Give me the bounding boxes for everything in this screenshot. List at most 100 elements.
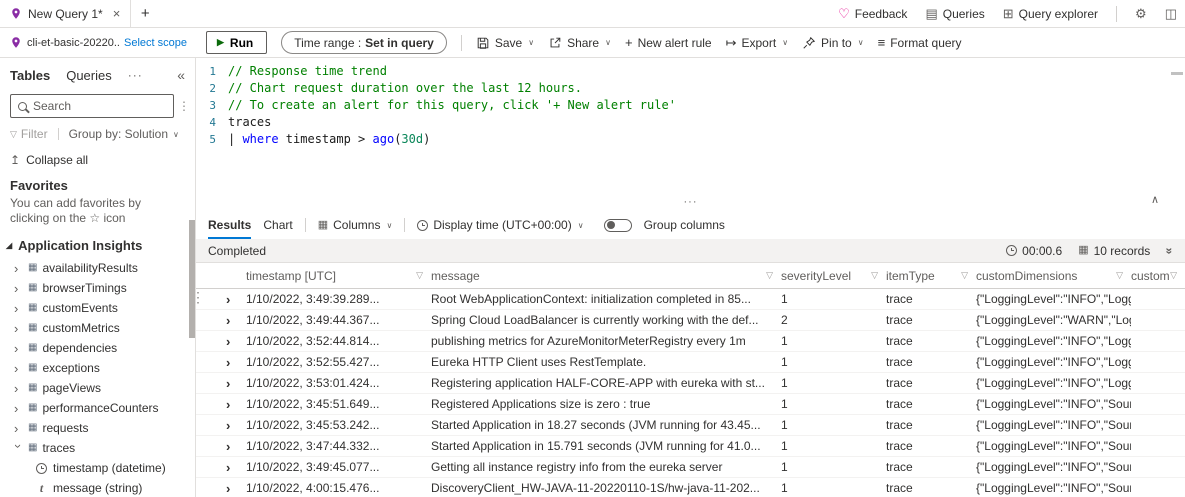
- query-tab[interactable]: New Query 1* ×: [0, 0, 132, 27]
- new-tab-button[interactable]: +: [131, 0, 159, 27]
- expand-row-icon[interactable]: ›: [226, 313, 230, 328]
- sidebar-table-traces[interactable]: › ▦ traces: [0, 438, 195, 458]
- format-query-button[interactable]: ≡ Format query: [878, 36, 962, 50]
- table-row[interactable]: › 1/10/2022, 3:49:44.367... Spring Cloud L…: [196, 310, 1185, 331]
- run-button[interactable]: ▶ Run: [206, 31, 268, 54]
- filter-icon[interactable]: ▽: [1116, 270, 1123, 281]
- layout-button[interactable]: ◫: [1165, 7, 1177, 20]
- pin-to-button[interactable]: Pin to ∨: [802, 36, 864, 50]
- chevron-right-icon[interactable]: ›: [14, 322, 23, 335]
- tab-queries[interactable]: Queries: [66, 68, 112, 83]
- tab-chart[interactable]: Chart: [263, 211, 292, 239]
- search-box[interactable]: [10, 94, 174, 118]
- chevron-right-icon[interactable]: ›: [14, 382, 23, 395]
- table-row[interactable]: › 1/10/2022, 3:49:45.077... Getting all in…: [196, 457, 1185, 478]
- save-button[interactable]: Save ∨: [476, 36, 534, 50]
- expand-row-icon[interactable]: ›: [226, 355, 230, 370]
- filter-icon[interactable]: ▽: [871, 270, 878, 281]
- tab-tables[interactable]: Tables: [10, 68, 50, 83]
- expand-row-icon[interactable]: ›: [226, 376, 230, 391]
- filter-icon[interactable]: ▽: [766, 270, 773, 281]
- search-input[interactable]: [33, 99, 166, 113]
- share-button[interactable]: Share ∨: [548, 36, 611, 50]
- chevron-right-icon[interactable]: ›: [14, 262, 23, 275]
- table-row[interactable]: › 1/10/2022, 3:52:44.814... publishing met…: [196, 331, 1185, 352]
- table-row[interactable]: › 1/10/2022, 3:53:01.424... Registering ap…: [196, 373, 1185, 394]
- collapse-editor-icon[interactable]: ∧: [1151, 192, 1159, 209]
- group-by-button[interactable]: Group by: Solution ∨: [69, 127, 179, 141]
- sidebar-table-pageviews[interactable]: › ▦ pageViews: [0, 378, 195, 398]
- table-row[interactable]: › 1/10/2022, 4:00:15.476... DiscoveryClien…: [196, 478, 1185, 497]
- code-line[interactable]: 4 traces: [196, 114, 1185, 131]
- collapse-sidebar-icon[interactable]: «: [177, 67, 185, 83]
- expand-row-icon[interactable]: ›: [226, 439, 230, 454]
- settings-button[interactable]: ⚙: [1135, 7, 1147, 20]
- filter-icon[interactable]: ▽: [1170, 270, 1177, 281]
- export-button[interactable]: ↦ Export ∨: [726, 36, 788, 50]
- chevron-right-icon[interactable]: ›: [14, 402, 23, 415]
- panel-resize-handle[interactable]: ···: [684, 194, 698, 211]
- query-editor[interactable]: 1 // Response time trend 2 // Chart request…: [196, 58, 1185, 211]
- query-explorer-button[interactable]: ⊞ Query explorer: [1003, 7, 1098, 21]
- filter-icon[interactable]: ▽: [961, 270, 968, 281]
- code-line[interactable]: 1 // Response time trend: [196, 63, 1185, 80]
- table-row[interactable]: › 1/10/2022, 3:52:55.427... Eureka HTTP Cl…: [196, 352, 1185, 373]
- time-range-button[interactable]: Time range : Set in query: [281, 31, 447, 54]
- sidebar-table-availabilityresults[interactable]: › ▦ availabilityResults: [0, 258, 195, 278]
- chevron-right-icon[interactable]: ›: [14, 342, 23, 355]
- search-more-icon[interactable]: ⋮: [178, 99, 190, 113]
- schema-field-message-string[interactable]: t message (string): [0, 478, 195, 497]
- chevron-right-icon[interactable]: ›: [14, 282, 23, 295]
- group-columns-toggle[interactable]: [603, 218, 632, 232]
- sidebar-table-customevents[interactable]: › ▦ customEvents: [0, 298, 195, 318]
- sidebar-resize-handle[interactable]: ⋮: [191, 290, 205, 304]
- code-line[interactable]: 5 | where timestamp > ago(30d): [196, 131, 1185, 148]
- table-row[interactable]: › 1/10/2022, 3:49:39.289... Root WebApplic…: [196, 289, 1185, 310]
- sidebar-table-custommetrics[interactable]: › ▦ customMetrics: [0, 318, 195, 338]
- scope-resource[interactable]: cli-et-basic-20220...: [27, 37, 119, 49]
- expand-row-icon[interactable]: ›: [226, 460, 230, 475]
- columns-button[interactable]: ▦ Columns ∨: [318, 218, 393, 232]
- column-header-customdimensions[interactable]: customDimensions ▽: [976, 269, 1131, 283]
- column-header-itemtype[interactable]: itemType ▽: [886, 269, 976, 283]
- sidebar-table-exceptions[interactable]: › ▦ exceptions: [0, 358, 195, 378]
- expand-row-icon[interactable]: ›: [226, 418, 230, 433]
- filter-icon[interactable]: ▽: [416, 270, 423, 281]
- collapse-results-icon[interactable]: »: [1163, 247, 1177, 254]
- code-line[interactable]: 2 // Chart request duration over the last…: [196, 80, 1185, 97]
- select-scope-link[interactable]: Select scope: [124, 37, 187, 49]
- editor-scrollbar[interactable]: [1171, 72, 1183, 75]
- chevron-right-icon[interactable]: ›: [14, 422, 23, 435]
- expand-row-icon[interactable]: ›: [226, 334, 230, 349]
- sidebar-table-dependencies[interactable]: › ▦ dependencies: [0, 338, 195, 358]
- table-row[interactable]: › 1/10/2022, 3:45:51.649... Registered App…: [196, 394, 1185, 415]
- expand-row-icon[interactable]: ›: [226, 292, 230, 307]
- chevron-right-icon[interactable]: ›: [14, 362, 23, 375]
- code-line[interactable]: 3 // To create an alert for this query, c…: [196, 97, 1185, 114]
- sidebar-table-browsertimings[interactable]: › ▦ browserTimings: [0, 278, 195, 298]
- table-row[interactable]: › 1/10/2022, 3:45:53.242... Started Applic…: [196, 415, 1185, 436]
- display-time-button[interactable]: Display time (UTC+00:00) ∨: [417, 218, 584, 232]
- application-insights-section[interactable]: ◢ Application Insights: [0, 230, 195, 258]
- column-header-timestamp-utc[interactable]: timestamp [UTC] ▽: [246, 269, 431, 283]
- sidebar-table-performancecounters[interactable]: › ▦ performanceCounters: [0, 398, 195, 418]
- table-row[interactable]: › 1/10/2022, 3:47:44.332... Started Applic…: [196, 436, 1185, 457]
- column-header-custommeasurements[interactable]: customMeasurements▽: [1131, 269, 1185, 283]
- tab-results[interactable]: Results: [208, 211, 252, 239]
- filter-button[interactable]: ▽ Filter: [10, 127, 48, 141]
- sidebar-scrollbar[interactable]: [189, 220, 195, 338]
- close-tab-icon[interactable]: ×: [113, 6, 121, 21]
- column-header-message[interactable]: message ▽: [431, 269, 781, 283]
- expand-row-icon[interactable]: ›: [226, 397, 230, 412]
- chevron-right-icon[interactable]: ›: [14, 302, 23, 315]
- feedback-button[interactable]: ♡ Feedback: [838, 6, 907, 22]
- collapse-all-button[interactable]: ↥ Collapse all: [0, 143, 195, 169]
- more-tabs-button[interactable]: ···: [128, 68, 143, 82]
- sidebar-table-requests[interactable]: › ▦ requests: [0, 418, 195, 438]
- new-alert-rule-button[interactable]: + New alert rule: [625, 36, 712, 50]
- schema-field-timestamp-datetime[interactable]: timestamp (datetime): [0, 458, 195, 478]
- chevron-right-icon[interactable]: ›: [11, 444, 26, 453]
- expand-row-icon[interactable]: ›: [226, 481, 230, 496]
- queries-button[interactable]: ▤ Queries: [925, 7, 984, 21]
- column-header-severitylevel[interactable]: severityLevel ▽: [781, 269, 886, 283]
